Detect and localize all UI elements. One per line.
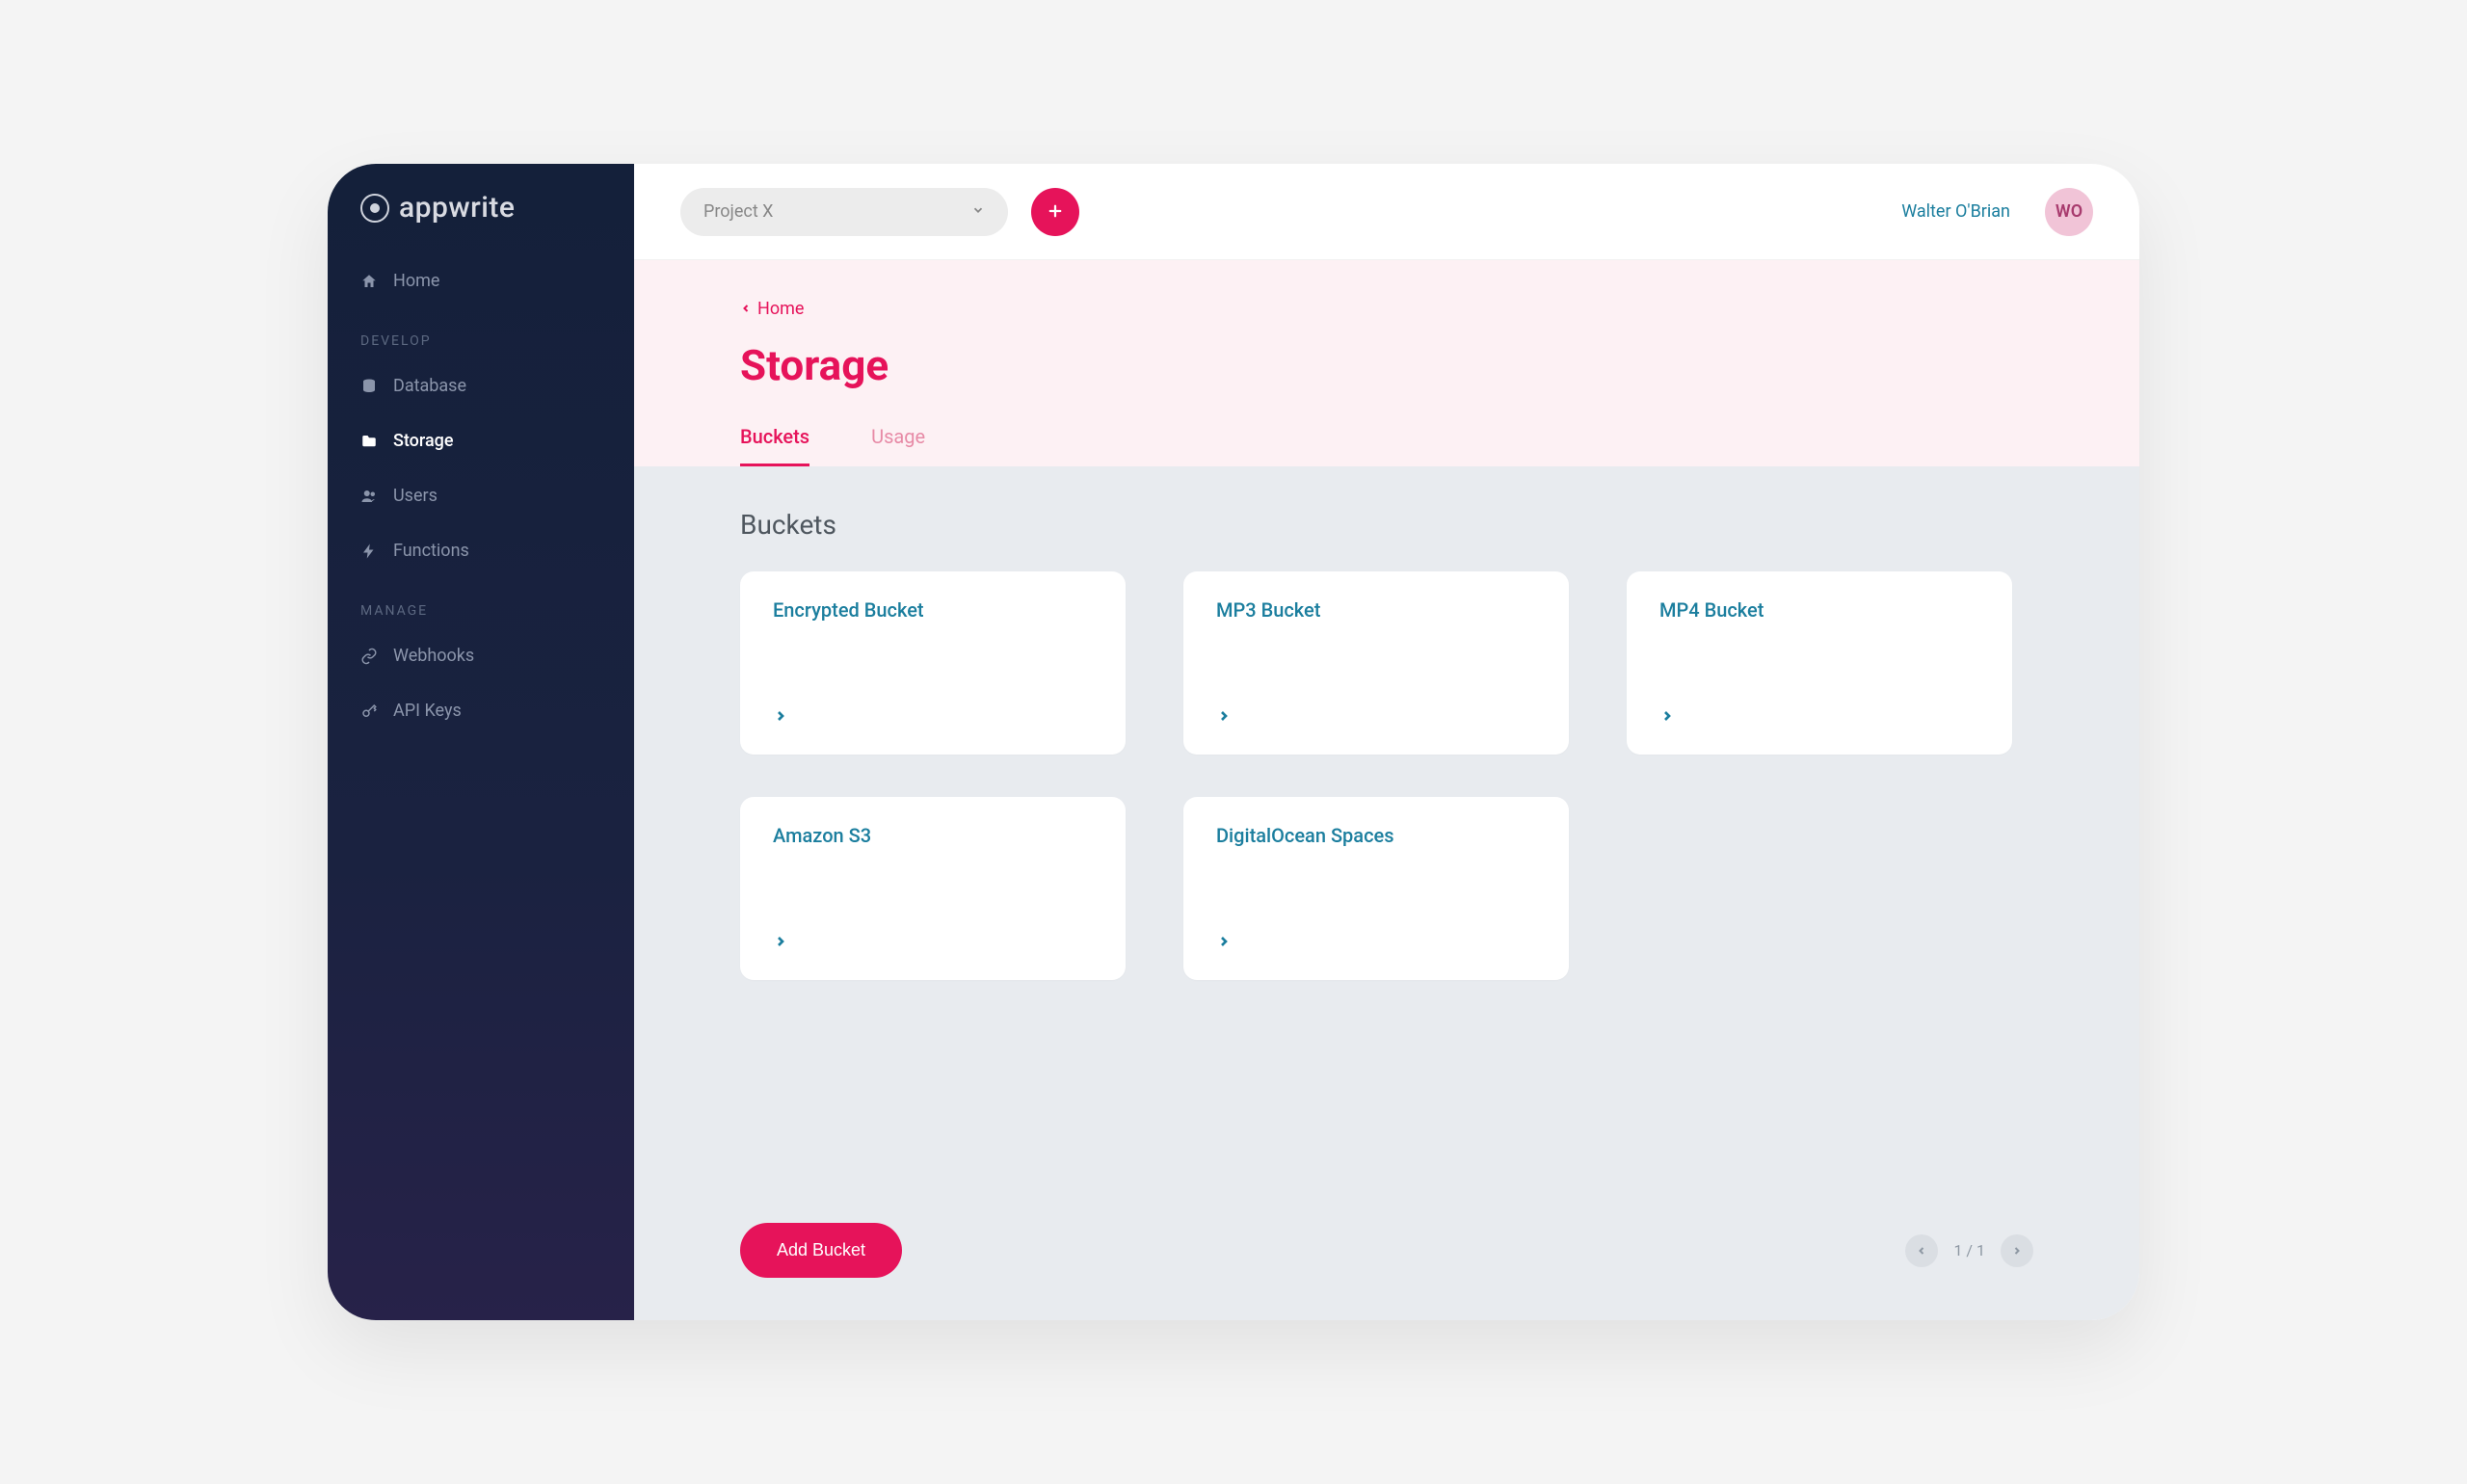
project-selected-label: Project X — [703, 201, 773, 222]
tabs: Buckets Usage — [740, 425, 2033, 466]
tab-usage[interactable]: Usage — [871, 425, 925, 466]
user-name[interactable]: Walter O'Brian — [1901, 201, 2010, 222]
chevron-left-icon — [740, 299, 752, 319]
avatar[interactable]: WO — [2045, 188, 2093, 236]
folder-icon — [360, 433, 378, 450]
pager-label: 1 / 1 — [1953, 1241, 1985, 1259]
bucket-card[interactable]: Encrypted Bucket — [740, 571, 1126, 755]
bucket-name: Amazon S3 — [773, 824, 1093, 847]
section-title: Buckets — [740, 509, 2033, 541]
bucket-name: MP3 Bucket — [1216, 598, 1536, 622]
bucket-name: MP4 Bucket — [1659, 598, 1979, 622]
sidebar-item-database[interactable]: Database — [328, 358, 634, 413]
sidebar-group-manage: MANAGE — [328, 578, 634, 628]
tab-label: Buckets — [740, 425, 809, 448]
sidebar-item-label: Users — [393, 486, 438, 506]
bucket-card[interactable]: MP3 Bucket — [1183, 571, 1569, 755]
bucket-name: Encrypted Bucket — [773, 598, 1093, 622]
sidebar-item-home[interactable]: Home — [328, 253, 634, 308]
sidebar-item-label: Functions — [393, 541, 469, 561]
bucket-card[interactable]: MP4 Bucket — [1627, 571, 2012, 755]
chevron-down-icon — [971, 201, 985, 222]
appwrite-logo-icon — [360, 194, 389, 223]
chevron-right-icon — [773, 934, 1093, 953]
sidebar-item-storage[interactable]: Storage — [328, 413, 634, 468]
sidebar-item-label: Webhooks — [393, 646, 474, 666]
sidebar: appwrite Home DEVELOP Database Storage — [328, 164, 634, 1320]
bucket-grid: Encrypted Bucket MP3 Bucket MP4 Bucket — [740, 571, 2033, 980]
bucket-card[interactable]: DigitalOcean Spaces — [1183, 797, 1569, 980]
sidebar-item-users[interactable]: Users — [328, 468, 634, 523]
page-title: Storage — [740, 340, 2033, 390]
bucket-name: DigitalOcean Spaces — [1216, 824, 1536, 847]
add-bucket-button[interactable]: Add Bucket — [740, 1223, 902, 1278]
home-icon — [360, 273, 378, 290]
pager-prev-button[interactable] — [1905, 1234, 1938, 1267]
chevron-right-icon — [1216, 934, 1536, 953]
sidebar-item-label: Storage — [393, 431, 454, 451]
project-select[interactable]: Project X — [680, 188, 1008, 236]
sidebar-item-label: API Keys — [393, 701, 462, 721]
breadcrumb-label: Home — [757, 299, 804, 319]
sidebar-item-label: Home — [393, 271, 439, 291]
topbar: Project X Walter O'Brian WO — [634, 164, 2139, 260]
chevron-right-icon — [1216, 708, 1536, 728]
content-footer: Add Bucket 1 / 1 — [740, 1177, 2033, 1278]
brand-name: appwrite — [399, 191, 515, 225]
pager: 1 / 1 — [1905, 1234, 2033, 1267]
chevron-right-icon — [773, 708, 1093, 728]
add-project-button[interactable] — [1031, 188, 1079, 236]
main: Project X Walter O'Brian WO Home S — [634, 164, 2139, 1320]
page-header: Home Storage Buckets Usage — [634, 260, 2139, 466]
sidebar-group-develop: DEVELOP — [328, 308, 634, 358]
pager-next-button[interactable] — [2001, 1234, 2033, 1267]
content: Buckets Encrypted Bucket MP3 Bucket MP4 … — [634, 466, 2139, 1320]
bolt-icon — [360, 543, 378, 560]
tab-label: Usage — [871, 425, 925, 448]
app-window: appwrite Home DEVELOP Database Storage — [328, 164, 2139, 1320]
users-icon — [360, 488, 378, 505]
sidebar-item-label: Database — [393, 376, 466, 396]
sidebar-item-webhooks[interactable]: Webhooks — [328, 628, 634, 683]
plus-icon — [1047, 198, 1064, 226]
database-icon — [360, 378, 378, 395]
chevron-right-icon — [1659, 708, 1979, 728]
sidebar-item-functions[interactable]: Functions — [328, 523, 634, 578]
link-icon — [360, 648, 378, 665]
tab-buckets[interactable]: Buckets — [740, 425, 809, 466]
key-icon — [360, 702, 378, 720]
brand: appwrite — [328, 191, 634, 253]
sidebar-item-apikeys[interactable]: API Keys — [328, 683, 634, 738]
breadcrumb[interactable]: Home — [740, 299, 2033, 319]
bucket-card[interactable]: Amazon S3 — [740, 797, 1126, 980]
